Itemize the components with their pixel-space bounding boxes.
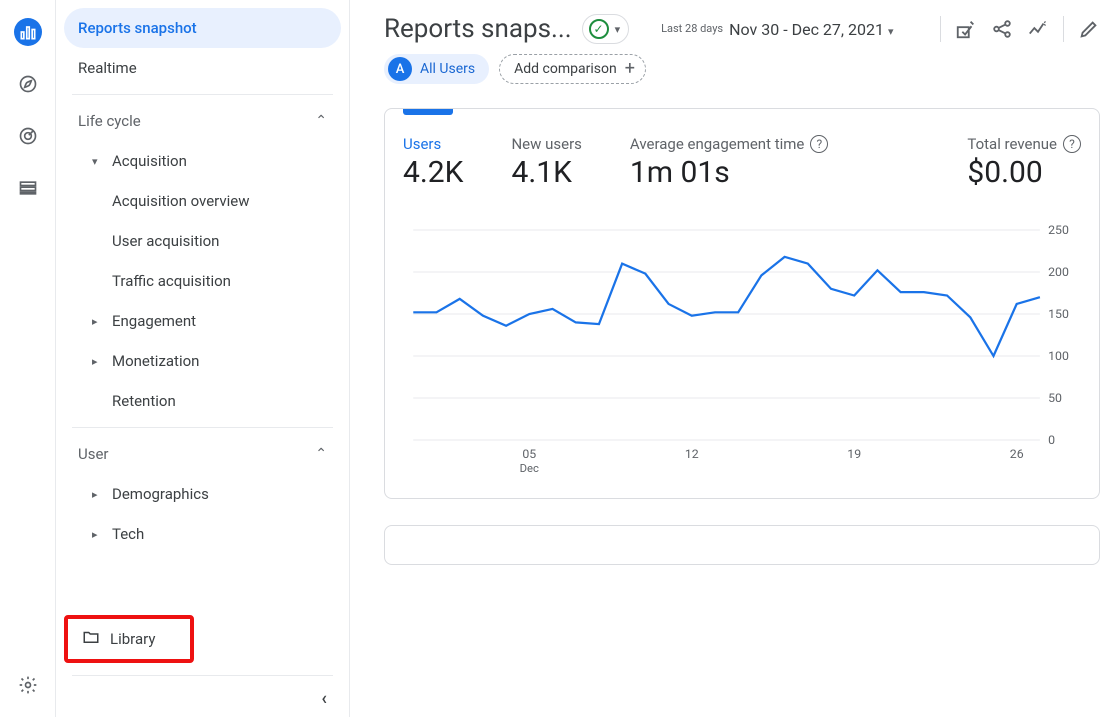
caret-right-icon: ▸ bbox=[92, 488, 106, 501]
svg-text:100: 100 bbox=[1048, 349, 1069, 363]
chevron-down-icon: ▾ bbox=[615, 23, 621, 36]
svg-text:Dec: Dec bbox=[520, 462, 539, 475]
svg-text:26: 26 bbox=[1010, 447, 1024, 461]
rail-settings-icon[interactable] bbox=[14, 671, 42, 699]
main-content: Reports snaps... ✓ ▾ Last 28 days Nov 30… bbox=[350, 0, 1116, 717]
rail-advertising-icon[interactable] bbox=[14, 122, 42, 150]
rail-reports-icon[interactable] bbox=[14, 18, 42, 46]
svg-text:05: 05 bbox=[522, 447, 536, 461]
chevron-down-icon: ▾ bbox=[888, 25, 894, 38]
svg-text:12: 12 bbox=[685, 447, 699, 461]
caret-right-icon: ▸ bbox=[92, 528, 106, 541]
help-icon[interactable]: ? bbox=[810, 135, 828, 153]
metrics-row: Users 4.2K New users 4.1K Average engage… bbox=[403, 109, 1081, 210]
add-comparison-button[interactable]: Add comparison + bbox=[499, 54, 646, 84]
rail-explore-icon[interactable] bbox=[14, 70, 42, 98]
filters-row: A All Users Add comparison + bbox=[350, 54, 1116, 108]
sidebar-item-demographics[interactable]: ▸ Demographics bbox=[64, 474, 341, 514]
date-range-label: Last 28 days bbox=[661, 23, 723, 35]
svg-text:19: 19 bbox=[847, 447, 861, 461]
date-range-picker[interactable]: Last 28 days Nov 30 - Dec 27, 2021 ▾ bbox=[661, 20, 893, 39]
icon-rail bbox=[0, 0, 56, 717]
sidebar-item-acquisition-overview[interactable]: Acquisition overview bbox=[64, 181, 341, 221]
svg-text:0: 0 bbox=[1048, 433, 1055, 447]
status-dropdown[interactable]: ✓ ▾ bbox=[582, 14, 630, 44]
share-button[interactable] bbox=[991, 18, 1013, 40]
sidebar-item-acquisition[interactable]: ▾ Acquisition bbox=[64, 141, 341, 181]
sidebar-item-tech[interactable]: ▸ Tech bbox=[64, 514, 341, 554]
metric-avg-engagement[interactable]: Average engagement time ? 1m 01s bbox=[630, 135, 828, 190]
sidebar-item-monetization[interactable]: ▸ Monetization bbox=[64, 341, 341, 381]
line-chart: 0 50 100 150 200 250 05 12 19 26 Dec bbox=[403, 220, 1081, 480]
sidebar-section-life-cycle[interactable]: Life cycle ⌃ bbox=[64, 101, 341, 141]
svg-text:200: 200 bbox=[1048, 265, 1069, 279]
metrics-card: Users 4.2K New users 4.1K Average engage… bbox=[384, 108, 1100, 499]
sidebar: Reports snapshot Realtime Life cycle ⌃ ▾… bbox=[56, 0, 350, 717]
svg-text:150: 150 bbox=[1048, 307, 1069, 321]
rail-configure-icon[interactable] bbox=[14, 174, 42, 202]
collapse-sidebar-button[interactable]: ‹ bbox=[321, 688, 327, 709]
svg-text:50: 50 bbox=[1048, 391, 1062, 405]
caret-right-icon: ▸ bbox=[92, 355, 106, 368]
help-icon[interactable]: ? bbox=[1063, 135, 1081, 153]
sidebar-item-reports-snapshot[interactable]: Reports snapshot bbox=[64, 8, 341, 48]
edit-button[interactable] bbox=[1078, 18, 1100, 40]
chevron-up-icon: ⌃ bbox=[315, 446, 327, 462]
insights-button[interactable] bbox=[1027, 18, 1049, 40]
next-card-placeholder bbox=[384, 525, 1100, 565]
segment-label: All Users bbox=[420, 61, 475, 77]
toolbar-actions bbox=[930, 16, 1100, 42]
active-metric-indicator bbox=[403, 109, 453, 115]
chevron-up-icon: ⌃ bbox=[315, 113, 327, 129]
check-circle-icon: ✓ bbox=[589, 19, 609, 39]
sidebar-item-traffic-acquisition[interactable]: Traffic acquisition bbox=[64, 261, 341, 301]
segment-chip-all-users[interactable]: A All Users bbox=[384, 54, 489, 84]
page-title: Reports snaps... bbox=[384, 14, 572, 44]
svg-text:250: 250 bbox=[1048, 223, 1069, 237]
segment-avatar: A bbox=[388, 57, 412, 81]
sidebar-item-realtime[interactable]: Realtime bbox=[64, 48, 341, 88]
metric-users[interactable]: Users 4.2K bbox=[403, 135, 463, 190]
topbar: Reports snaps... ✓ ▾ Last 28 days Nov 30… bbox=[350, 14, 1116, 54]
plus-icon: + bbox=[625, 60, 635, 78]
sidebar-item-engagement[interactable]: ▸ Engagement bbox=[64, 301, 341, 341]
customize-button[interactable] bbox=[955, 18, 977, 40]
metric-total-revenue[interactable]: Total revenue ? $0.00 bbox=[967, 135, 1081, 190]
caret-right-icon: ▸ bbox=[92, 315, 106, 328]
metric-new-users[interactable]: New users 4.1K bbox=[511, 135, 581, 190]
sidebar-item-user-acquisition[interactable]: User acquisition bbox=[64, 221, 341, 261]
sidebar-section-label: Life cycle bbox=[78, 112, 141, 130]
library-button[interactable]: Library bbox=[68, 619, 190, 659]
folder-icon bbox=[82, 628, 100, 650]
caret-down-icon: ▾ bbox=[92, 155, 106, 168]
sidebar-item-retention[interactable]: Retention bbox=[64, 381, 341, 421]
sidebar-section-label: User bbox=[78, 445, 109, 463]
sidebar-section-user[interactable]: User ⌃ bbox=[64, 434, 341, 474]
